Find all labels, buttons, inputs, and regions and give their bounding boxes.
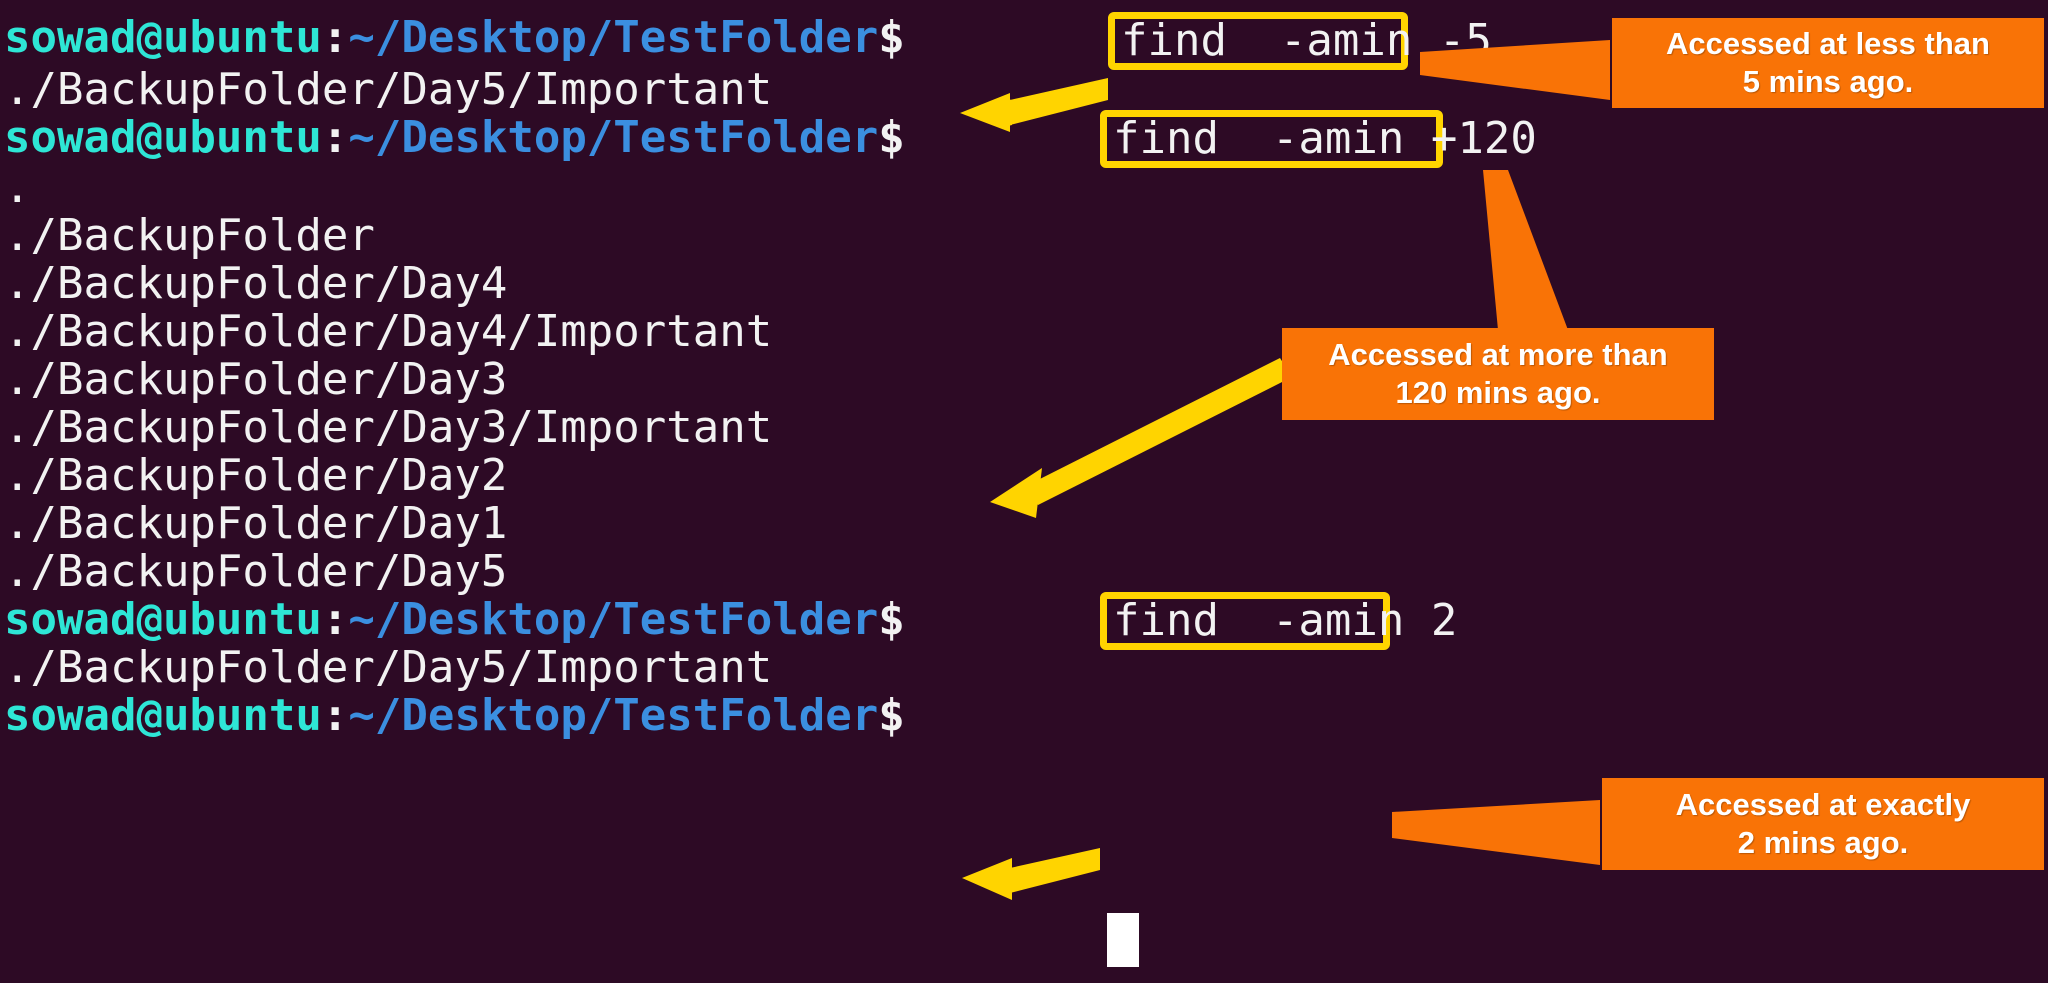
command-highlight-2[interactable]: find -amin +120: [1100, 110, 1537, 168]
prompt-path: ~/Desktop/TestFolder: [348, 690, 879, 741]
callout-3-line-2: 2 mins ago.: [1737, 825, 1909, 860]
prompt-user-host: sowad@ubuntu: [4, 690, 322, 741]
text-cursor[interactable]: [1107, 913, 1139, 967]
command-text-2: find -amin +120: [1113, 113, 1537, 164]
command-highlight-1[interactable]: find -amin -5: [1108, 12, 1492, 70]
callout-1-line-2: 5 mins ago.: [1742, 64, 1914, 99]
prompt-path: ~/Desktop/TestFolder: [348, 12, 879, 63]
prompt-line-2: sowad@ubuntu:~/Desktop/TestFolder$: [4, 106, 905, 170]
command-highlight-3[interactable]: find -amin 2: [1100, 592, 1457, 650]
prompt-line-4: sowad@ubuntu:~/Desktop/TestFolder$: [4, 684, 905, 748]
arrow-2: [990, 358, 1292, 518]
terminal-window: sowad@ubuntu:~/Desktop/TestFolder$ find …: [0, 0, 2048, 983]
prompt-colon: :: [321, 690, 349, 741]
prompt-dollar: $: [878, 594, 905, 645]
callout-2-line-1: Accessed at more than: [1328, 337, 1668, 372]
callout-box-2: Accessed at more than 120 mins ago.: [1282, 328, 1714, 420]
prompt-colon: :: [321, 12, 349, 63]
prompt-path: ~/Desktop/TestFolder: [348, 112, 879, 163]
arrow-1: [960, 78, 1108, 132]
callout-box-1: Accessed at less than 5 mins ago.: [1612, 18, 2044, 108]
callout-3-line-1: Accessed at exactly: [1675, 787, 1971, 822]
arrow-3: [962, 848, 1100, 900]
prompt-user-host: sowad@ubuntu: [4, 112, 322, 163]
prompt-dollar: $: [878, 12, 905, 63]
command-text-1: find -amin -5: [1121, 15, 1492, 66]
prompt-dollar: $: [878, 112, 905, 163]
callout-2-line-2: 120 mins ago.: [1395, 375, 1601, 410]
command-text-3: find -amin 2: [1113, 595, 1458, 646]
callout-1-line-1: Accessed at less than: [1666, 26, 1990, 61]
callout-connector-2: [1483, 170, 1568, 330]
callout-box-3: Accessed at exactly 2 mins ago.: [1602, 778, 2044, 870]
prompt-dollar: $: [878, 690, 905, 741]
prompt-colon: :: [321, 112, 349, 163]
prompt-user-host: sowad@ubuntu: [4, 12, 322, 63]
callout-connector-3: [1392, 800, 1600, 865]
